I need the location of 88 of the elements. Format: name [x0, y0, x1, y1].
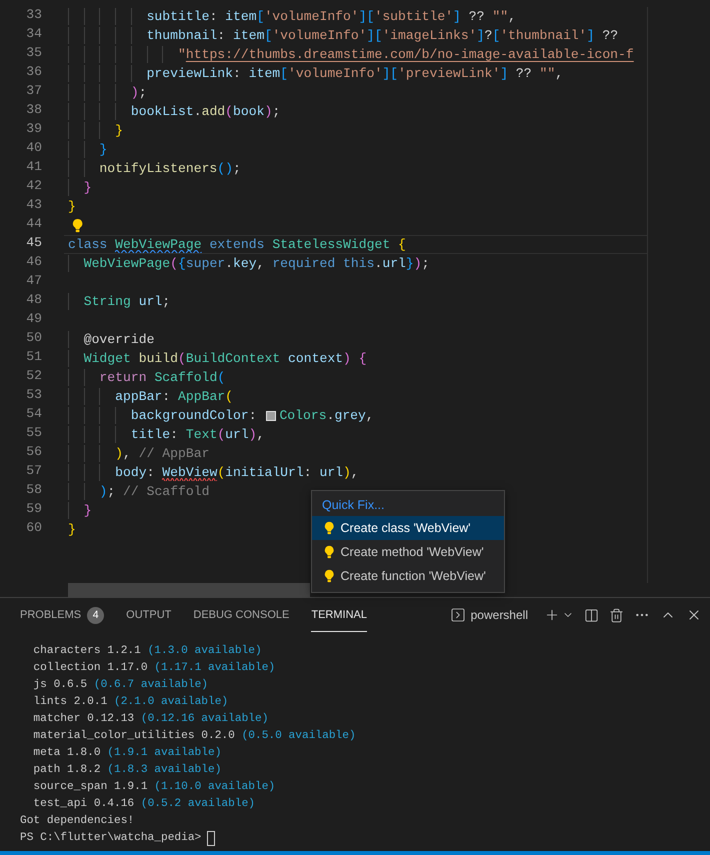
line-number: 56 [25, 444, 43, 461]
panel-tab[interactable]: TERMINAL [311, 598, 367, 632]
panel-tab[interactable]: OUTPUT [126, 598, 172, 632]
line-number: 49 [25, 311, 43, 328]
code-line: previewLink: item['volumeInfo']['previewLink'] ?? "", [146, 66, 564, 81]
line-number: 45 [25, 235, 43, 252]
menu-item[interactable]: Create class 'WebView' [312, 516, 504, 540]
code-line: } [114, 123, 124, 138]
code-line: } [82, 503, 92, 518]
terminal-line: material_color_utilities 0.2.0 (0.5.0 available) [32, 728, 357, 744]
count-badge: 4 [87, 606, 104, 624]
line-number: 35 [25, 45, 43, 62]
code-line: title: Text(url), [130, 427, 264, 442]
code-line: class WebViewPage extends StatelessWidget { [68, 237, 406, 252]
code-text: Colors.grey, [279, 408, 374, 423]
terminal-line: meta 1.8.0 (1.9.1 available) [32, 746, 222, 761]
code-line: return Scaffold( [98, 370, 226, 385]
url-link[interactable]: https://thumbs.dreamstime.com/b/no-image-available-icon-f [186, 47, 634, 62]
line-number: 53 [25, 387, 43, 404]
line-number: 38 [25, 102, 43, 119]
menu-item[interactable]: Create function 'WebView' [312, 564, 504, 588]
code-line: subtitle: item['volumeInfo']['subtitle'] ?? "", [146, 9, 516, 24]
line-number: 44 [25, 216, 43, 233]
line-number: 39 [25, 121, 43, 138]
shell-selector[interactable]: powershell [450, 607, 528, 623]
terminal-line: collection 1.17.0 (1.17.1 available) [32, 660, 276, 676]
code-line: String url; [82, 294, 170, 309]
terminal-line: js 0.6.5 (0.6.7 available) [32, 678, 209, 693]
code-line: body: WebView(initialUrl: url), [114, 465, 359, 480]
trash-icon[interactable] [609, 608, 624, 622]
split-icon[interactable] [584, 608, 599, 622]
lightbulb-icon[interactable] [72, 218, 84, 233]
code-line: "https://thumbs.dreamstime.com/b/no-image-available-icon-f [177, 47, 634, 62]
code-line: @override [82, 332, 154, 347]
code-line: } [82, 180, 92, 195]
code-line: appBar: AppBar( [114, 389, 234, 404]
line-number: 48 [25, 292, 43, 309]
line-number: 51 [25, 349, 43, 366]
lightbulb-icon[interactable] [324, 521, 334, 535]
code-line: ); [130, 85, 147, 100]
line-number: 60 [25, 520, 43, 537]
code-line: ), // AppBar [114, 446, 210, 461]
line-number: 54 [25, 406, 43, 423]
code-text: backgroundColor: [130, 408, 258, 423]
terminal-cursor [207, 831, 216, 846]
line-number: 33 [25, 7, 43, 24]
line-number: 59 [25, 501, 43, 518]
terminal-line: path 1.8.2 (1.8.3 available) [32, 762, 222, 778]
scrollbar-thumb[interactable] [68, 583, 310, 597]
code-line: thumbnail: item['volumeInfo']['imageLinks']?['thumbnail'] ?? [146, 28, 618, 43]
line-number: 55 [25, 425, 43, 442]
terminal-line: matcher 0.12.13 (0.12.16 available) [32, 712, 270, 727]
terminal-line: test_api 0.4.16 (0.5.2 available) [32, 796, 256, 812]
panel-tab[interactable]: PROBLEMS 4 [20, 598, 104, 632]
code-line: } [68, 199, 76, 214]
code-line: } [98, 142, 108, 157]
code-line: ); // Scaffold [98, 484, 210, 499]
terminal-icon [450, 607, 466, 623]
code-line: bookList.add(book); [130, 104, 280, 119]
panel-tab[interactable]: DEBUG CONSOLE [193, 598, 290, 632]
plus-icon[interactable] [544, 607, 560, 623]
line-number: 37 [25, 83, 43, 100]
terminal-line: Got dependencies! [20, 814, 136, 829]
terminal-prompt: PS C:\flutter\watcha_pedia> [20, 830, 202, 846]
lightbulb-icon[interactable] [324, 569, 334, 583]
line-number: 50 [25, 330, 43, 347]
menu-title: Quick Fix... [321, 497, 386, 514]
line-number: 42 [25, 178, 43, 195]
code-line: notifyListeners(); [98, 161, 241, 176]
line-number: 41 [25, 159, 43, 176]
color-swatch-icon[interactable] [266, 410, 276, 420]
line-number: 57 [25, 463, 43, 480]
line-number: 46 [25, 254, 43, 271]
line-number: 40 [25, 140, 43, 157]
code-line: Widget build(BuildContext context) { [82, 351, 367, 366]
line-number: 43 [25, 197, 43, 214]
terminal-line: characters 1.2.1 (1.3.0 available) [32, 644, 263, 659]
line-number: 52 [25, 368, 43, 385]
menu-item[interactable]: Create method 'WebView' [312, 540, 504, 564]
code-line: } [68, 522, 76, 537]
line-number: 34 [25, 26, 43, 43]
line-number: 36 [25, 64, 43, 81]
terminal-line: source_span 1.9.1 (1.10.0 available) [32, 780, 276, 795]
code-line: WebViewPage({super.key, required this.url}); [82, 256, 430, 271]
line-number: 47 [25, 273, 43, 290]
lightbulb-icon[interactable] [324, 545, 334, 559]
terminal-line: lints 2.0.1 (2.1.0 available) [32, 694, 230, 710]
line-number: 58 [25, 482, 43, 499]
